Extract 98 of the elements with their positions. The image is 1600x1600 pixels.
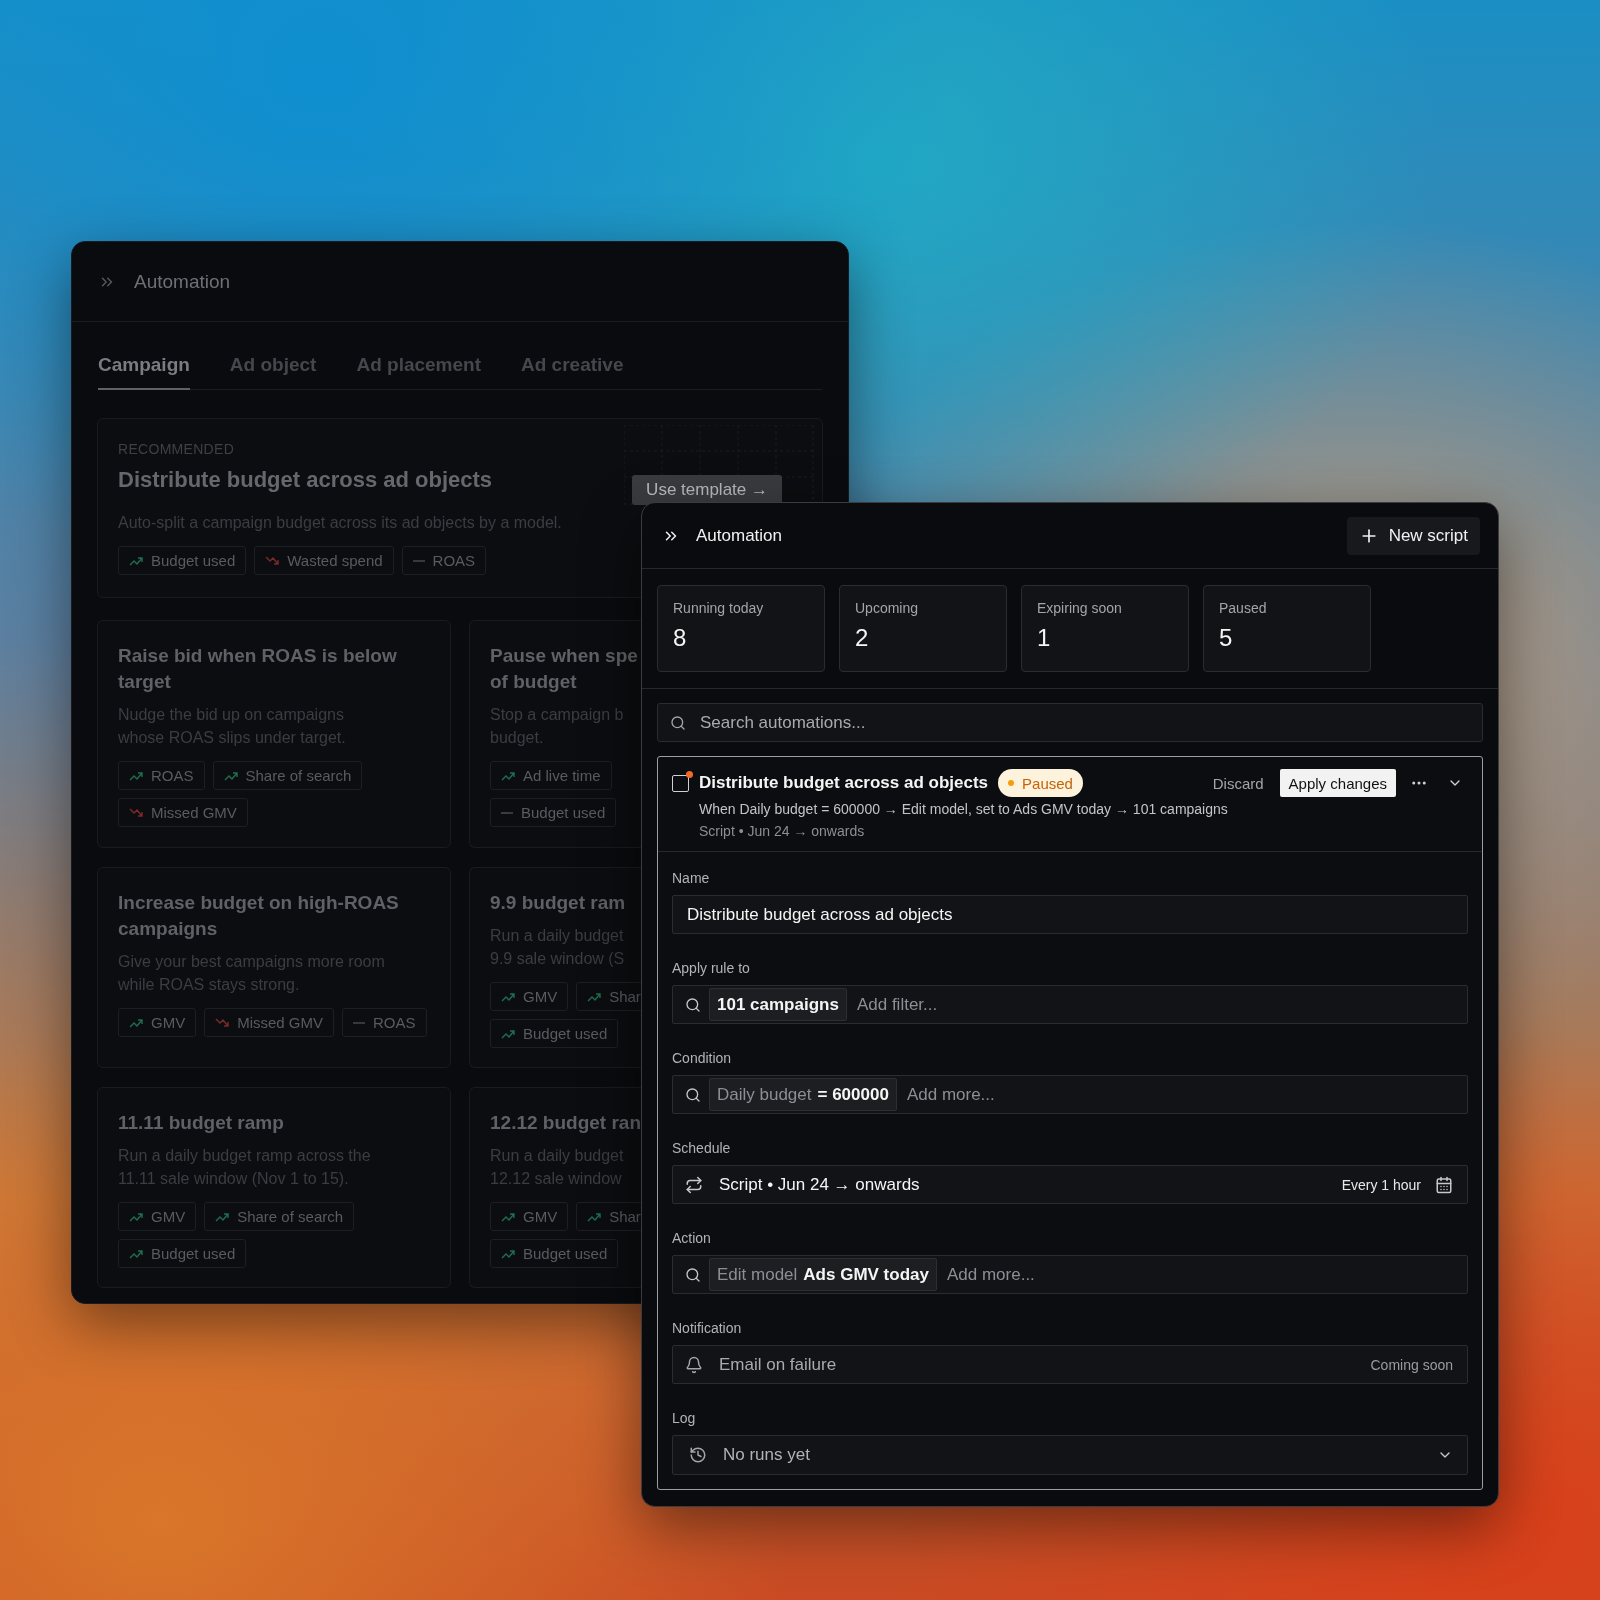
discard-button[interactable]: Discard [1206, 774, 1270, 792]
trend-up-icon [129, 1017, 143, 1028]
stat-label: Expiring soon [1037, 600, 1123, 616]
metric-tag: GMV [490, 1202, 569, 1231]
metric-tag: Ad live time [490, 761, 612, 790]
metric-tag: ROAS [118, 761, 205, 790]
dash-icon [501, 811, 513, 814]
metric-tag: Missed GMV [118, 798, 248, 827]
trend-up-icon [501, 770, 515, 781]
metric-tag: Budget used [118, 1239, 247, 1268]
metric-tag: Wasted spend [254, 546, 394, 575]
field-label: Action [672, 1230, 712, 1246]
metric-tag: GMV [490, 982, 569, 1011]
schedule-field[interactable]: Script • Jun 24 → onwards Every 1 hour [672, 1165, 1468, 1204]
metric-tag: GMV [118, 1202, 197, 1231]
dash-icon [353, 1021, 366, 1024]
template-title: Distribute budget across ad objects [118, 467, 494, 493]
filter-chip[interactable]: 101 campaigns [709, 988, 847, 1021]
add-filter-input[interactable]: Add filter... [854, 993, 1453, 1016]
field-label: Notification [672, 1320, 743, 1336]
trend-up-icon [129, 555, 143, 566]
template-title: Pause when spe of budget [490, 644, 639, 694]
status-badge: Paused [998, 769, 1083, 797]
metric-tag: Budget used [490, 798, 617, 827]
filter-chip[interactable]: Edit model Ads GMV today [709, 1258, 937, 1291]
metric-tag: Share of search [204, 1202, 355, 1231]
field-label: Schedule [672, 1140, 732, 1156]
trend-up-icon [501, 1028, 515, 1039]
trend-up-icon [587, 991, 602, 1002]
metric-tag: ROAS [342, 1008, 427, 1037]
calendar-icon[interactable] [1435, 1175, 1453, 1194]
automation-item-card[interactable] [657, 756, 1483, 1490]
trend-up-icon [129, 1248, 143, 1259]
trend-up-icon [501, 991, 515, 1002]
trend-up-icon [215, 1211, 230, 1222]
filter-field[interactable]: Daily budget = 600000 Add more... [672, 1075, 1468, 1114]
schedule-summary: Script • Jun 24 → onwards [699, 823, 866, 839]
schedule-value: Script • Jun 24 → onwards [719, 1174, 920, 1195]
add-filter-input[interactable]: Add more... [944, 1263, 1453, 1286]
template-title: Raise bid when ROAS is below target [118, 644, 398, 694]
metric-tag: GMV [118, 1008, 197, 1037]
stat-value: 8 [673, 624, 688, 652]
search-input[interactable]: Search automations... [698, 711, 1470, 734]
trend-up-icon [129, 1211, 143, 1222]
stat-value: 5 [1219, 624, 1234, 652]
template-title: 9.9 budget ram [490, 891, 627, 915]
new-script-button[interactable]: New script [1346, 516, 1480, 555]
trend-up-icon [501, 1248, 515, 1259]
metric-tag: Budget used [490, 1239, 619, 1268]
metric-tag: Budget used [490, 1019, 619, 1048]
search-icon [685, 996, 701, 1013]
bell-icon [685, 1355, 703, 1374]
filter-field[interactable]: Edit model Ads GMV today Add more... [672, 1255, 1468, 1294]
stat-label: Paused [1219, 600, 1268, 616]
metric-tag: ROAS [401, 546, 487, 575]
dash-icon [412, 559, 425, 562]
frequency-label: Every 1 hour [1341, 1176, 1421, 1193]
tab[interactable]: Campaign [98, 354, 190, 390]
field-label: Condition [672, 1050, 733, 1066]
trend-up-icon [223, 770, 238, 781]
window-title: Automation [134, 270, 231, 293]
coming-soon-label: Coming soon [1370, 1356, 1453, 1373]
stat-value: 1 [1037, 624, 1052, 652]
stat-label: Upcoming [855, 600, 920, 616]
metric-tag: Missed GMV [204, 1008, 335, 1037]
trend-up-icon [129, 770, 143, 781]
use-template-button[interactable]: Use template → [632, 475, 782, 505]
history-icon [689, 1446, 707, 1464]
metric-tag: Share of search [212, 761, 363, 790]
trend-up-icon [501, 1211, 515, 1222]
repeat-icon [685, 1175, 703, 1194]
search-field[interactable]: Search automations... [657, 703, 1483, 742]
field-label: Name [672, 870, 711, 886]
template-title: Increase budget on high-ROAS campaigns [118, 891, 400, 941]
stat-value: 2 [855, 624, 870, 652]
search-icon [685, 1266, 701, 1283]
automation-title: Distribute budget across ad objects [699, 773, 989, 793]
filter-field[interactable]: 101 campaigns Add filter... [672, 985, 1468, 1024]
template-title: 12.12 budget ran [490, 1111, 641, 1135]
field-label: Apply rule to [672, 960, 751, 976]
log-dropdown[interactable]: No runs yet [672, 1435, 1468, 1475]
metric-tag: Budget used [118, 546, 247, 575]
apply-changes-button[interactable]: Apply changes [1279, 769, 1396, 797]
field-label: Log [672, 1410, 697, 1426]
stat-label: Running today [673, 600, 765, 616]
filter-chip[interactable]: Daily budget = 600000 [709, 1078, 897, 1111]
trend-up-icon [587, 1211, 602, 1222]
search-icon [685, 1086, 701, 1103]
rule-summary: When Daily budget = 600000 → Edit model, set to Ads GMV today → 101 campaigns [699, 801, 1229, 817]
window-title: Automation [696, 525, 782, 546]
trend-down-icon [215, 1017, 230, 1028]
template-title: 11.11 budget ramp [118, 1111, 285, 1135]
notification-value: Email on failure [719, 1354, 837, 1375]
trend-down-icon [265, 555, 280, 566]
name-input[interactable]: Distribute budget across ad objects [672, 895, 1468, 934]
trend-down-icon [129, 807, 143, 818]
add-filter-input[interactable]: Add more... [904, 1083, 1453, 1106]
search-icon [670, 714, 686, 731]
